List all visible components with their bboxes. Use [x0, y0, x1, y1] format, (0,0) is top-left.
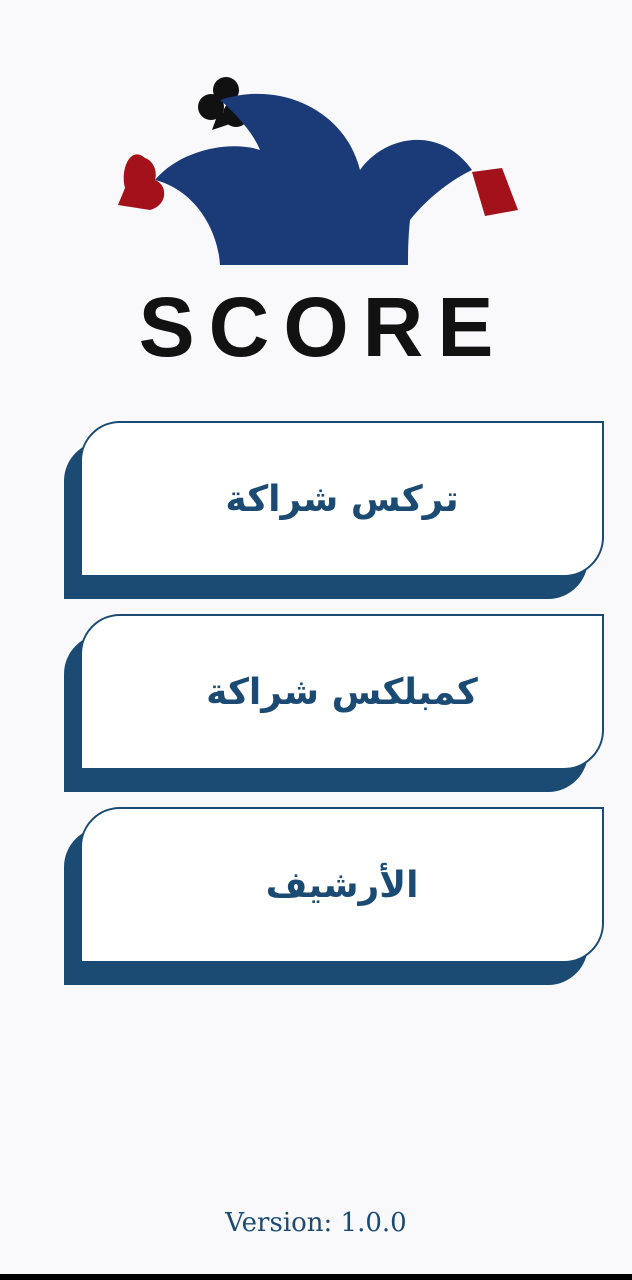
menu-button-label: الأرشيف: [265, 864, 419, 906]
diamond-suit-icon: [472, 168, 518, 216]
heart-suit-icon: [118, 154, 165, 210]
logo-text: SCORE: [138, 280, 508, 374]
jester-hat-icon: [118, 77, 518, 265]
system-nav-bar: [0, 1274, 632, 1280]
menu-button-label: تركس شراكة: [225, 478, 459, 520]
app-logo: [110, 70, 530, 280]
menu-button-archive[interactable]: الأرشيف: [64, 807, 608, 987]
button-face[interactable]: تركس شراكة: [80, 421, 604, 577]
button-face[interactable]: الأرشيف: [80, 807, 604, 963]
menu-button-trix-partnership[interactable]: تركس شراكة: [64, 421, 608, 601]
menu-button-label: كمبلكس شراكة: [206, 671, 478, 713]
version-text: Version: 1.0.0: [225, 1208, 407, 1238]
button-face[interactable]: كمبلكس شراكة: [80, 614, 604, 770]
menu-button-complex-partnership[interactable]: كمبلكس شراكة: [64, 614, 608, 794]
